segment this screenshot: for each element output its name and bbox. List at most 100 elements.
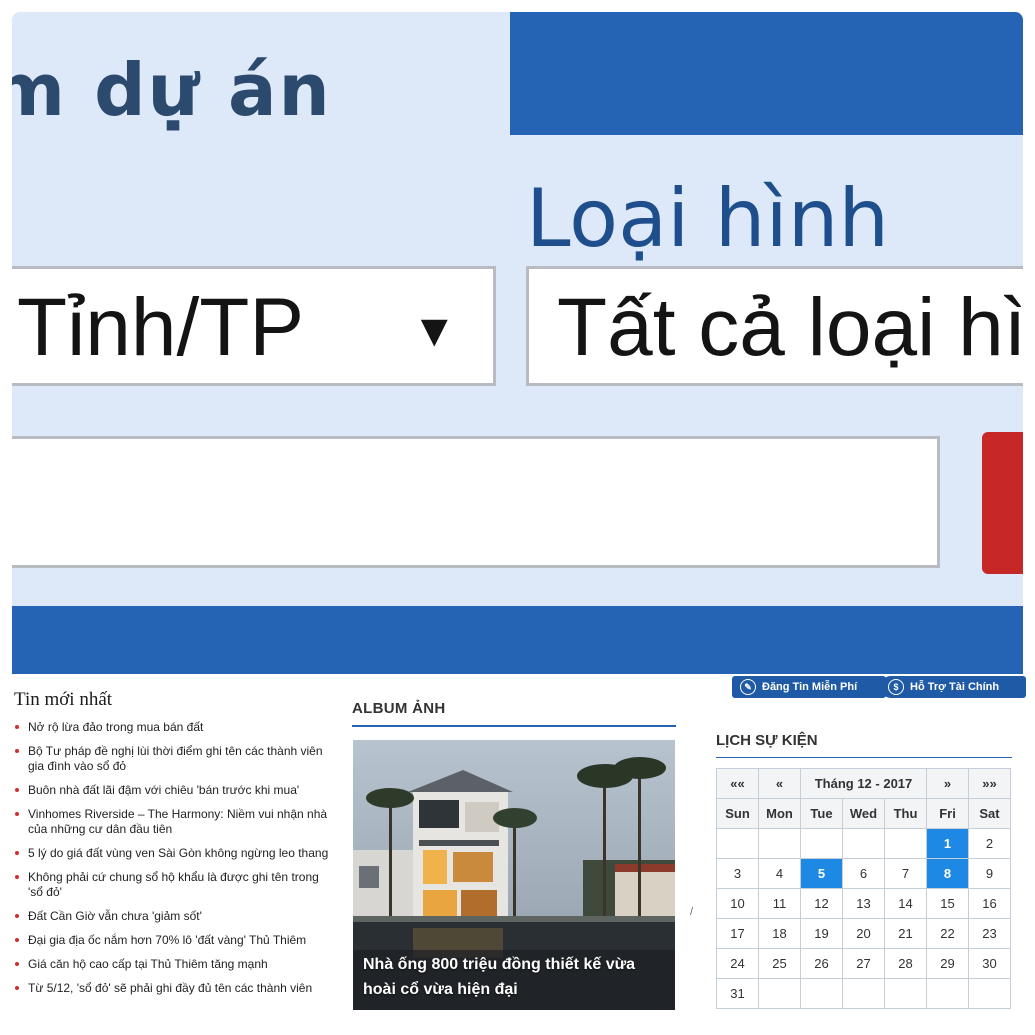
calendar-empty-cell [800, 828, 843, 859]
calendar-day[interactable]: 24 [716, 948, 759, 979]
calendar-day[interactable]: 16 [968, 888, 1011, 919]
post-free-button[interactable]: ✎ Đăng Tin Miễn Phí [732, 676, 886, 698]
calendar-day[interactable]: 8 [926, 858, 969, 889]
event-calendar: «« « Tháng 12 - 2017 » »» Sun Mon Tue We… [716, 768, 1011, 1009]
event-calendar-heading: LỊCH SỰ KIỆN [716, 732, 1012, 758]
calendar-week-row: 31 [716, 978, 1011, 1009]
calendar-day[interactable]: 14 [884, 888, 927, 919]
prev-year-button[interactable]: «« [716, 768, 759, 799]
news-item[interactable]: Không phải cứ chung sổ hộ khẩu là được g… [14, 870, 336, 900]
calendar-day[interactable]: 9 [968, 858, 1011, 889]
weekday-header: Tue [800, 798, 843, 829]
latest-news-section: Tin mới nhất Nở rộ lừa đảo trong mua bán… [14, 688, 336, 1035]
calendar-day[interactable]: 23 [968, 918, 1011, 949]
calendar-week-row: 12 [716, 828, 1011, 859]
calendar-week-row: 3456789 [716, 858, 1011, 889]
calendar-empty-cell [926, 978, 969, 1009]
slider-divider: / [690, 906, 694, 918]
news-item[interactable]: Buôn nhà đất lãi đậm với chiêu 'bán trướ… [14, 783, 336, 798]
province-select-value: Tỉnh/TP [17, 282, 305, 373]
calendar-day[interactable]: 26 [800, 948, 843, 979]
weekday-header: Mon [758, 798, 801, 829]
property-type-select[interactable]: Tất cả loại hì [526, 266, 1023, 386]
calendar-empty-cell [758, 978, 801, 1009]
album-photo[interactable]: Nhà ống 800 triệu đồng thiết kế vừa hoài… [353, 740, 675, 1010]
calendar-day[interactable]: 18 [758, 918, 801, 949]
header-blue-block [510, 12, 1023, 135]
chevron-down-icon: ▼ [411, 304, 457, 356]
calendar-day[interactable]: 1 [926, 828, 969, 859]
calendar-day[interactable]: 30 [968, 948, 1011, 979]
calendar-empty-cell [842, 828, 885, 859]
news-list: Nở rộ lừa đảo trong mua bán đất Bộ Tư ph… [14, 720, 336, 996]
calendar-day[interactable]: 4 [758, 858, 801, 889]
calendar-day[interactable]: 10 [716, 888, 759, 919]
album-caption[interactable]: Nhà ống 800 triệu đồng thiết kế vừa hoài… [363, 952, 665, 1002]
news-item[interactable]: Giá căn hộ cao cấp tại Thủ Thiêm tăng mạ… [14, 957, 336, 972]
finance-support-label: Hỗ Trợ Tài Chính [910, 681, 1000, 693]
calendar-day[interactable]: 13 [842, 888, 885, 919]
weekday-header: Wed [842, 798, 885, 829]
post-free-label: Đăng Tin Miễn Phí [762, 681, 858, 693]
calendar-day[interactable]: 25 [758, 948, 801, 979]
calendar-day[interactable]: 19 [800, 918, 843, 949]
finance-support-button[interactable]: $ Hỗ Trợ Tài Chính [880, 676, 1026, 698]
weekday-header: Thu [884, 798, 927, 829]
calendar-day[interactable]: 20 [842, 918, 885, 949]
news-item[interactable]: 5 lý do giá đất vùng ven Sài Gòn không n… [14, 846, 336, 861]
calendar-empty-cell [884, 978, 927, 1009]
calendar-day[interactable]: 2 [968, 828, 1011, 859]
calendar-week-row: 10 11 12 13 14 15 16 [716, 888, 1011, 919]
news-item[interactable]: Đất Cần Giờ vẫn chưa 'giảm sốt' [14, 909, 336, 924]
calendar-week-row: 24 25 26 27 28 29 30 [716, 948, 1011, 979]
news-item[interactable]: Vinhomes Riverside – The Harmony: Niềm v… [14, 807, 336, 837]
calendar-day[interactable]: 11 [758, 888, 801, 919]
calendar-day[interactable]: 5 [800, 858, 843, 889]
calendar-week-row: 17 18 19 20 21 22 23 [716, 918, 1011, 949]
calendar-day[interactable]: 12 [800, 888, 843, 919]
calendar-day[interactable]: 21 [884, 918, 927, 949]
weekday-header: Sat [968, 798, 1011, 829]
project-search-heading: m dự án [12, 48, 332, 132]
search-panel: m dự án Loại hình Tỉnh/TP ▼ Tất cả loại … [12, 12, 1023, 674]
calendar-month-label: Tháng 12 - 2017 [800, 768, 927, 799]
calendar-day[interactable]: 31 [716, 978, 759, 1009]
calendar-empty-cell [884, 828, 927, 859]
calendar-day[interactable]: 17 [716, 918, 759, 949]
calendar-day[interactable]: 3 [716, 858, 759, 889]
calendar-empty-cell [842, 978, 885, 1009]
calendar-empty-cell [968, 978, 1011, 1009]
weekday-header: Sun [716, 798, 759, 829]
search-button[interactable] [982, 432, 1023, 574]
calendar-day[interactable]: 22 [926, 918, 969, 949]
calendar-empty-cell [800, 978, 843, 1009]
calendar-day[interactable]: 15 [926, 888, 969, 919]
calendar-empty-cell [716, 828, 759, 859]
weekday-header: Fri [926, 798, 969, 829]
calendar-day[interactable]: 6 [842, 858, 885, 889]
right-sidebar: ✎ Đăng Tin Miễn Phí $ Hỗ Trợ Tài Chính LỊC… [704, 676, 1026, 1035]
latest-news-title: Tin mới nhất [14, 689, 113, 710]
property-type-select-value: Tất cả loại hì [557, 282, 1023, 373]
panel-bottom-bar [12, 606, 1023, 674]
next-month-button[interactable]: » [926, 768, 969, 799]
calendar-day[interactable]: 28 [884, 948, 927, 979]
news-item[interactable]: Nở rộ lừa đảo trong mua bán đất [14, 720, 336, 735]
calendar-day[interactable]: 27 [842, 948, 885, 979]
news-item[interactable]: Từ 5/12, 'sổ đỏ' sẽ phải ghi đầy đủ tên … [14, 981, 336, 996]
dollar-icon: $ [888, 679, 904, 696]
calendar-empty-cell [758, 828, 801, 859]
calendar-days: 1 2 3 4 5 6 7 8 9 10 11 12 13 14 15 16 17 18 19 20 21 22 23 24 2… [716, 828, 1011, 1009]
news-item[interactable]: Đại gia địa ốc nắm hơn 70% lô 'đất vàng'… [14, 933, 336, 948]
calendar-weekday-row: Sun Mon Tue Wed Thu Fri Sat [716, 798, 1011, 829]
search-input[interactable] [12, 436, 940, 568]
album-heading: ALBUM ẢNH [352, 700, 676, 727]
province-select[interactable]: Tỉnh/TP ▼ [12, 266, 496, 386]
calendar-day[interactable]: 29 [926, 948, 969, 979]
calendar-day[interactable]: 7 [884, 858, 927, 889]
prev-month-button[interactable]: « [758, 768, 801, 799]
property-type-label: Loại hình [526, 172, 890, 265]
next-year-button[interactable]: »» [968, 768, 1011, 799]
calendar-nav-row: «« « Tháng 12 - 2017 » »» [716, 768, 1011, 799]
news-item[interactable]: Bộ Tư pháp đề nghị lùi thời điểm ghi tên… [14, 744, 336, 774]
